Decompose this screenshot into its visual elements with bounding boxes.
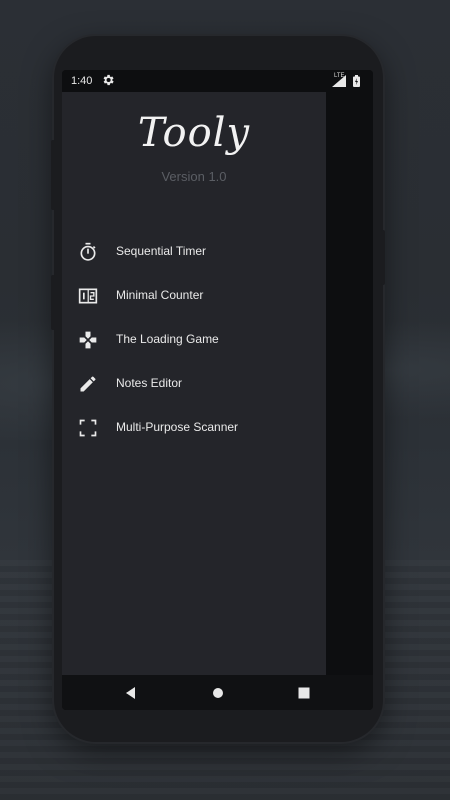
signal-icon <box>332 75 346 87</box>
menu-item-sequential-timer[interactable]: Sequential Timer <box>62 232 326 272</box>
menu-item-label: Sequential Timer <box>116 244 207 258</box>
menu-item-label: Minimal Counter <box>116 288 204 302</box>
menu-item-label: Notes Editor <box>116 376 183 390</box>
battery-icon <box>353 75 360 87</box>
menu-item-loading-game[interactable]: The Loading Game <box>62 320 326 360</box>
gamepad-icon <box>79 331 97 349</box>
counter-icon <box>78 288 98 304</box>
recents-icon[interactable] <box>296 685 312 701</box>
navigation-drawer: Tooly Version 1.0 Sequential Timer Minim… <box>62 92 326 675</box>
status-time: 1:40 <box>71 75 93 87</box>
menu-item-minimal-counter[interactable]: Minimal Counter <box>62 276 326 316</box>
app-logo: Tooly <box>137 110 251 156</box>
back-icon[interactable] <box>123 685 139 701</box>
phone-power-button <box>381 230 385 285</box>
phone-volume-button <box>51 140 55 210</box>
phone-bixby-button <box>51 275 55 330</box>
timer-icon <box>80 242 96 261</box>
navigation-bar <box>62 675 373 710</box>
scanner-icon <box>79 419 97 437</box>
pencil-icon <box>80 376 96 392</box>
menu-item-label: Multi-Purpose Scanner <box>116 420 239 434</box>
app-version: Version 1.0 <box>161 169 227 184</box>
menu-item-label: The Loading Game <box>116 332 219 346</box>
phone-screen: 1:40 LTE Tooly Version 1.0 Sequential Ti… <box>62 70 373 710</box>
home-icon[interactable] <box>210 685 226 701</box>
gear-icon <box>103 74 114 86</box>
menu-item-notes-editor[interactable]: Notes Editor <box>62 364 326 404</box>
menu-item-multi-purpose-scanner[interactable]: Multi-Purpose Scanner <box>62 408 326 448</box>
status-bar: 1:40 LTE <box>62 70 373 92</box>
drawer-scrim[interactable] <box>326 92 373 675</box>
